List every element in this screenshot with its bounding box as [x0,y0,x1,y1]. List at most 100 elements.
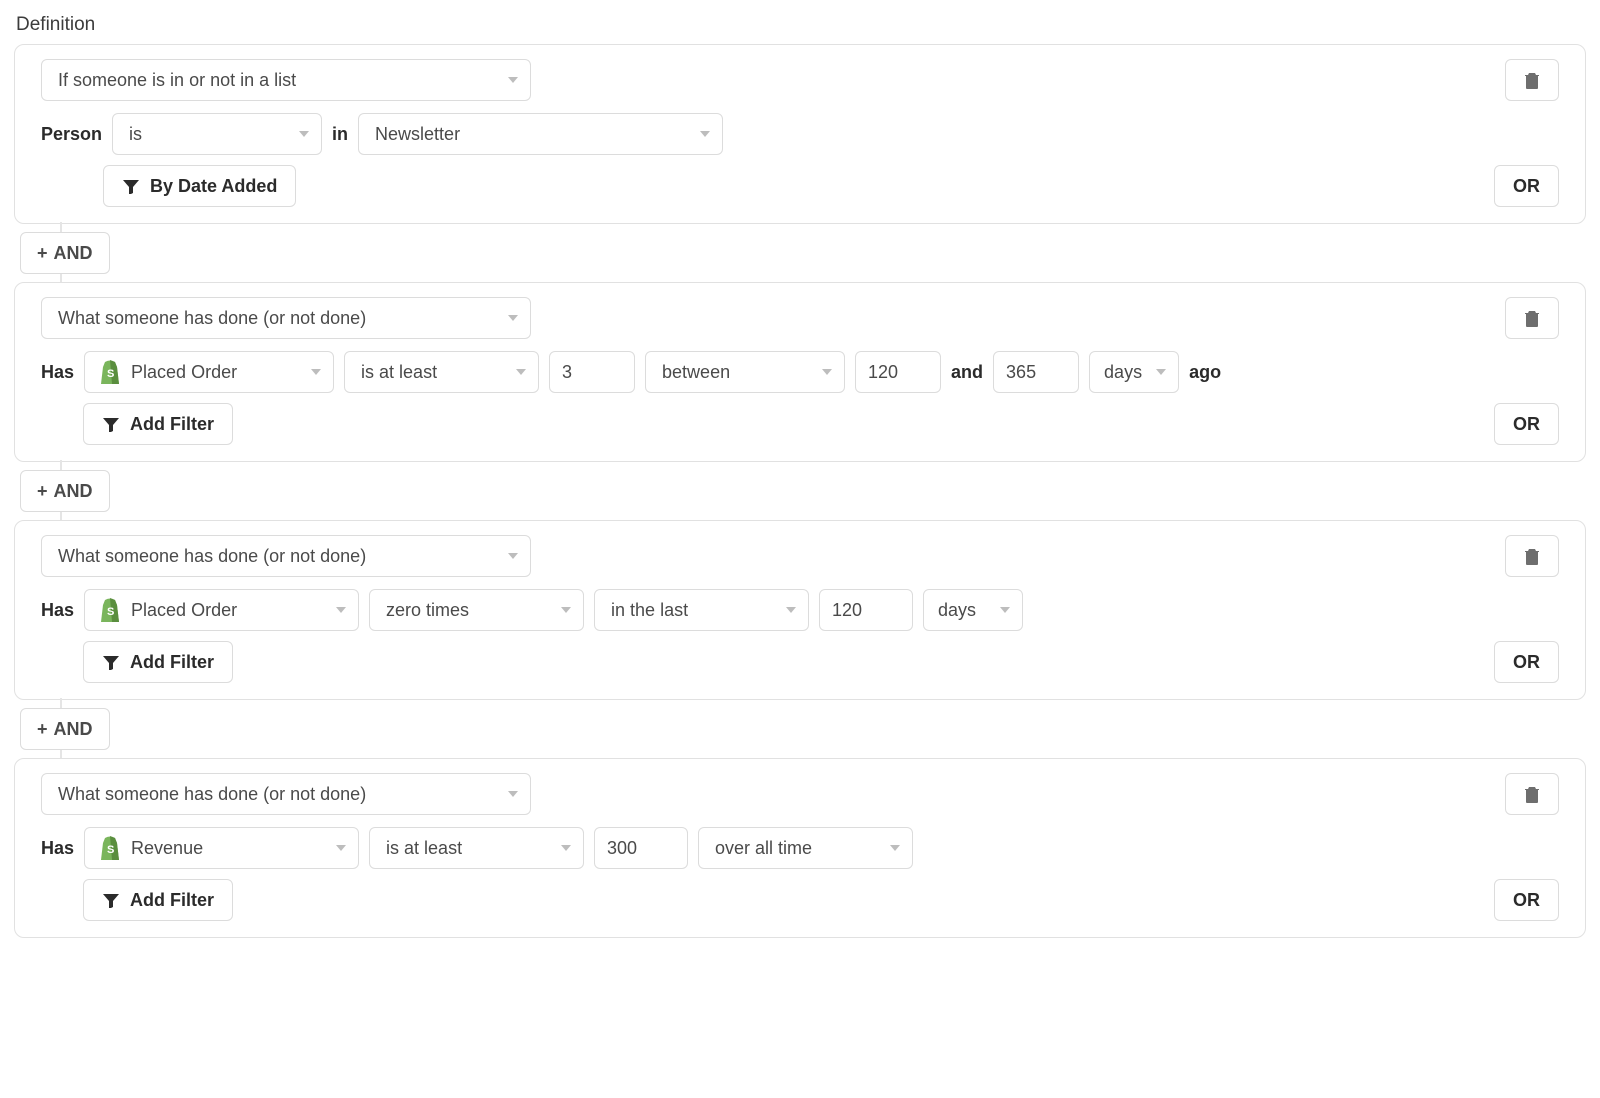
chevron-down-icon [561,607,571,613]
add-filter-label: Add Filter [130,414,214,435]
condition-type-select[interactable]: If someone is in or not in a list [41,59,531,101]
chevron-down-icon [299,131,309,137]
and-button[interactable]: + AND [20,708,110,750]
ago-label: ago [1189,362,1221,383]
and-button[interactable]: + AND [20,232,110,274]
person-op-select[interactable]: is [112,113,322,155]
has-label: Has [41,838,74,859]
list-select[interactable]: Newsletter [358,113,723,155]
event-name: Revenue [131,838,203,859]
shopify-icon [99,598,121,622]
chevron-down-icon [508,315,518,321]
chevron-down-icon [890,845,900,851]
condition-type-label: What someone has done (or not done) [58,546,366,567]
event-name: Placed Order [131,600,237,621]
and-word: and [951,362,983,383]
time-op-select[interactable]: between [645,351,845,393]
event-select[interactable]: Placed Order [84,589,359,631]
funnel-icon [122,178,140,194]
time-op-select[interactable]: over all time [698,827,913,869]
chevron-down-icon [311,369,321,375]
condition-group: What someone has done (or not done) Has … [14,282,1586,462]
count-op-value: is at least [361,362,437,383]
chevron-down-icon [1156,369,1166,375]
trash-icon [1523,308,1541,328]
and-connector: + AND [14,224,1586,282]
add-filter-button[interactable]: Add Filter [83,641,233,683]
and-connector: + AND [14,700,1586,758]
or-button[interactable]: OR [1494,403,1559,445]
or-button[interactable]: OR [1494,641,1559,683]
condition-type-select[interactable]: What someone has done (or not done) [41,773,531,815]
condition-group: What someone has done (or not done) Has … [14,520,1586,700]
unit-select[interactable]: days [923,589,1023,631]
chevron-down-icon [561,845,571,851]
count-op-value: is at least [386,838,462,859]
add-filter-label: Add Filter [130,890,214,911]
from-input[interactable]: 120 [855,351,941,393]
page-title: Definition [16,14,1586,36]
delete-group-button[interactable] [1505,297,1559,339]
by-date-added-button[interactable]: By Date Added [103,165,296,207]
count-op-select[interactable]: zero times [369,589,584,631]
event-select[interactable]: Revenue [84,827,359,869]
delete-group-button[interactable] [1505,59,1559,101]
add-filter-label: Add Filter [130,652,214,673]
condition-group: What someone has done (or not done) Has … [14,758,1586,938]
chevron-down-icon [508,791,518,797]
plus-icon: + [37,243,48,264]
trash-icon [1523,546,1541,566]
condition-type-select[interactable]: What someone has done (or not done) [41,297,531,339]
time-op-select[interactable]: in the last [594,589,809,631]
unit-value: days [1104,362,1142,383]
condition-type-label: What someone has done (or not done) [58,784,366,805]
plus-icon: + [37,719,48,740]
add-filter-button[interactable]: Add Filter [83,403,233,445]
person-op-value: is [129,124,142,145]
trash-icon [1523,784,1541,804]
condition-group: If someone is in or not in a list Person… [14,44,1586,224]
from-input[interactable]: 120 [819,589,913,631]
count-op-select[interactable]: is at least [369,827,584,869]
funnel-icon [102,654,120,670]
chevron-down-icon [508,77,518,83]
delete-group-button[interactable] [1505,773,1559,815]
chevron-down-icon [1000,607,1010,613]
has-label: Has [41,600,74,621]
shopify-icon [99,360,121,384]
and-button[interactable]: + AND [20,470,110,512]
or-button[interactable]: OR [1494,165,1559,207]
add-filter-button[interactable]: Add Filter [83,879,233,921]
chevron-down-icon [508,553,518,559]
event-select[interactable]: Placed Order [84,351,334,393]
unit-select[interactable]: days [1089,351,1179,393]
condition-type-label: What someone has done (or not done) [58,308,366,329]
trash-icon [1523,70,1541,90]
or-button[interactable]: OR [1494,879,1559,921]
count-op-select[interactable]: is at least [344,351,539,393]
condition-type-label: If someone is in or not in a list [58,70,296,91]
time-op-value: between [662,362,730,383]
delete-group-button[interactable] [1505,535,1559,577]
time-op-value: over all time [715,838,812,859]
funnel-icon [102,416,120,432]
funnel-icon [102,892,120,908]
chevron-down-icon [336,845,346,851]
plus-icon: + [37,481,48,502]
shopify-icon [99,836,121,860]
time-op-value: in the last [611,600,688,621]
count-op-value: zero times [386,600,469,621]
condition-type-select[interactable]: What someone has done (or not done) [41,535,531,577]
list-name-value: Newsletter [375,124,460,145]
chevron-down-icon [822,369,832,375]
person-label: Person [41,124,102,145]
count-input[interactable]: 300 [594,827,688,869]
to-input[interactable]: 365 [993,351,1079,393]
chevron-down-icon [336,607,346,613]
has-label: Has [41,362,74,383]
count-input[interactable]: 3 [549,351,635,393]
and-connector: + AND [14,462,1586,520]
chevron-down-icon [516,369,526,375]
chevron-down-icon [700,131,710,137]
unit-value: days [938,600,976,621]
